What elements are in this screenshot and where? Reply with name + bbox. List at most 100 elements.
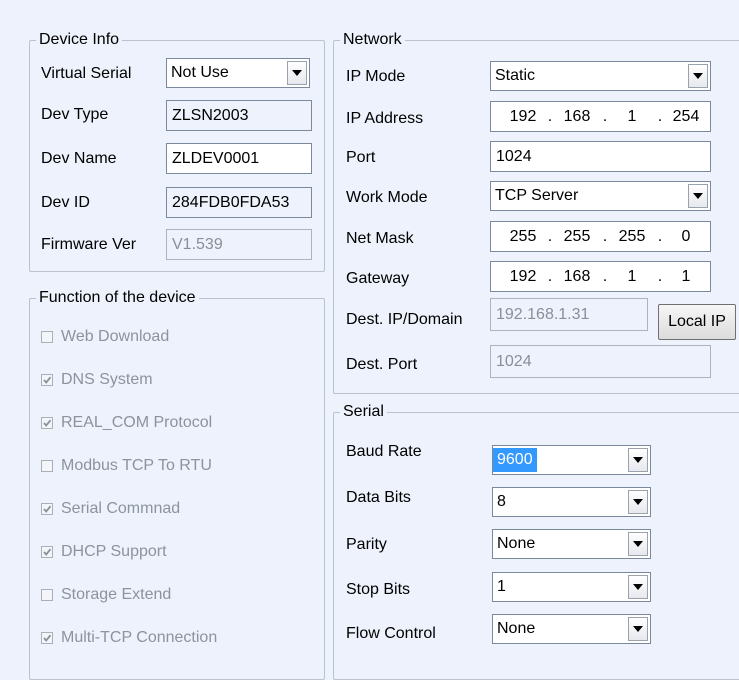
gateway-octet-2[interactable]: 168 [557,262,597,291]
function-checkbox-6[interactable]: Storage Extend [41,585,171,605]
ip-dot: . [602,108,608,125]
chevron-down-icon[interactable] [628,617,648,641]
flow-control-value: None [497,620,536,637]
ip-octet-2[interactable]: 168 [557,102,597,131]
network-group [333,40,739,394]
port-label: Port [346,149,376,166]
dest-ip-field: 192.168.1.31 [490,298,648,331]
checkbox-box[interactable] [41,374,53,386]
ip-dot: . [657,108,663,125]
baud-rate-value: 9600 [493,448,537,472]
checkbox-box[interactable] [41,417,53,429]
function-checkbox-2[interactable]: REAL_COM Protocol [41,413,212,433]
dev-type-label: Dev Type [41,106,109,123]
checkmark-icon [43,376,52,384]
gateway-input[interactable]: 192 . 168 . 1 . 1 [490,261,711,292]
checkbox-box[interactable] [41,546,53,558]
ip-dot: . [547,228,553,245]
ip-dot: . [657,268,663,285]
net-mask-input[interactable]: 255 . 255 . 255 . 0 [490,221,711,252]
work-mode-label: Work Mode [346,189,428,206]
firmware-label: Firmware Ver [41,236,137,253]
checkbox-box[interactable] [41,589,53,601]
function-label: DHCP Support [61,543,167,560]
work-mode-value: TCP Server [495,187,579,204]
checkmark-icon [43,505,52,513]
ip-dot: . [547,268,553,285]
function-label: Web Download [61,328,170,345]
ip-address-input[interactable]: 192 . 168 . 1 . 254 [490,101,711,132]
dest-port-field: 1024 [490,345,711,378]
data-bits-value: 8 [497,493,506,510]
function-legend: Function of the device [36,289,199,307]
dev-name-input[interactable]: ZLDEV0001 [166,143,312,174]
dest-ip-label: Dest. IP/Domain [346,311,463,328]
checkbox-box[interactable] [41,632,53,644]
chevron-down-icon[interactable] [628,490,648,514]
function-label: Multi-TCP Connection [61,629,218,646]
gateway-label: Gateway [346,270,410,287]
data-bits-select[interactable]: 8 [492,487,651,517]
net-mask-label: Net Mask [346,230,414,247]
dev-id-field: 284FDB0FDA53 [166,187,312,218]
port-input[interactable]: 1024 [490,141,711,172]
function-label: Storage Extend [61,586,172,603]
function-checkbox-3[interactable]: Modbus TCP To RTU [41,456,212,476]
gateway-octet-1[interactable]: 192 [503,262,543,291]
virtual-serial-select[interactable]: Not Use [166,58,310,88]
serial-legend: Serial [340,403,387,421]
ip-octet-3[interactable]: 1 [612,102,652,131]
ip-dot: . [547,108,553,125]
function-group [29,298,325,680]
baud-rate-select[interactable]: 9600 [492,445,651,475]
checkbox-box[interactable] [41,331,53,343]
flow-control-select[interactable]: None [492,614,651,644]
local-ip-button[interactable]: Local IP [658,304,736,340]
function-checkbox-5[interactable]: DHCP Support [41,542,167,562]
mask-octet-3[interactable]: 255 [612,222,652,251]
work-mode-select[interactable]: TCP Server [490,181,711,211]
checkbox-box[interactable] [41,460,53,472]
chevron-down-icon[interactable] [628,448,648,472]
chevron-down-icon[interactable] [688,64,708,88]
stop-bits-value: 1 [497,578,506,595]
ip-dot: . [657,228,663,245]
dev-type-field: ZLSN2003 [166,100,312,131]
ip-octet-1[interactable]: 192 [503,102,543,131]
ip-octet-4[interactable]: 254 [666,102,706,131]
function-label: REAL_COM Protocol [61,414,213,431]
gateway-octet-4[interactable]: 1 [666,262,706,291]
ip-dot: . [602,268,608,285]
stop-bits-select[interactable]: 1 [492,572,651,602]
baud-rate-label: Baud Rate [346,443,422,460]
checkmark-icon [43,419,52,427]
chevron-down-icon[interactable] [287,61,307,85]
checkmark-icon [43,548,52,556]
parity-select[interactable]: None [492,529,651,559]
gateway-octet-3[interactable]: 1 [612,262,652,291]
parity-label: Parity [346,536,387,553]
flow-control-label: Flow Control [346,625,436,642]
dev-name-label: Dev Name [41,150,117,167]
ip-address-label: IP Address [346,110,424,127]
dest-port-label: Dest. Port [346,356,418,373]
mask-octet-1[interactable]: 255 [503,222,543,251]
function-checkbox-7[interactable]: Multi-TCP Connection [41,628,217,648]
chevron-down-icon[interactable] [628,532,648,556]
firmware-field: V1.539 [166,229,312,260]
ip-mode-value: Static [495,67,536,84]
chevron-down-icon[interactable] [628,575,648,599]
ip-mode-label: IP Mode [346,68,406,85]
virtual-serial-value: Not Use [171,64,229,81]
function-checkbox-0[interactable]: Web Download [41,327,169,347]
mask-octet-2[interactable]: 255 [557,222,597,251]
function-checkbox-4[interactable]: Serial Commnad [41,499,180,519]
mask-octet-4[interactable]: 0 [666,222,706,251]
parity-value: None [497,535,536,552]
checkbox-box[interactable] [41,503,53,515]
chevron-down-icon[interactable] [688,184,708,208]
data-bits-label: Data Bits [346,489,411,506]
device-info-legend: Device Info [36,31,123,49]
ip-mode-select[interactable]: Static [490,61,711,91]
function-checkbox-1[interactable]: DNS System [41,370,153,390]
